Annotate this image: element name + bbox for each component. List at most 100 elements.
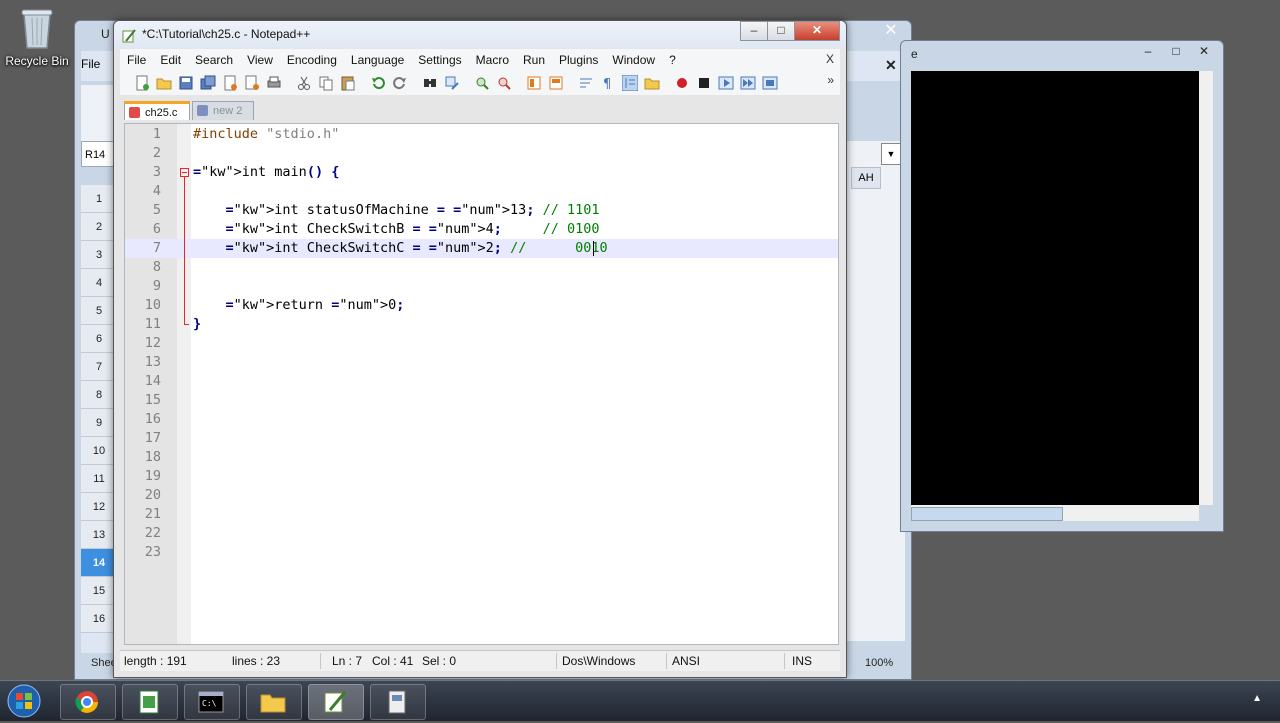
close-document-button[interactable]: X bbox=[826, 52, 834, 66]
taskbar-notepad-plus-plus[interactable] bbox=[308, 684, 364, 720]
code-line[interactable]: 17 bbox=[125, 429, 838, 448]
print-icon[interactable] bbox=[266, 75, 282, 91]
notepad-plus-plus-window[interactable]: *C:\Tutorial\ch25.c - Notepad++ – □ ✕ Fi… bbox=[113, 20, 847, 678]
taskbar-explorer[interactable] bbox=[246, 684, 302, 720]
chevron-down-icon[interactable]: ▼ bbox=[881, 143, 901, 165]
menu-view[interactable]: View bbox=[240, 49, 280, 71]
column-header-ah[interactable]: AH bbox=[851, 167, 881, 189]
spreadsheet-doc-close-button[interactable]: ✕ bbox=[885, 57, 897, 74]
row-header[interactable]: 5 bbox=[81, 297, 117, 325]
code-line[interactable]: 15 bbox=[125, 391, 838, 410]
title-bar[interactable]: *C:\Tutorial\ch25.c - Notepad++ – □ ✕ bbox=[114, 21, 846, 49]
console-output[interactable] bbox=[911, 71, 1199, 505]
run-macro-multiple-icon[interactable] bbox=[740, 75, 756, 91]
save-macro-icon[interactable] bbox=[762, 75, 778, 91]
row-header[interactable]: 1 bbox=[81, 185, 117, 213]
name-box[interactable]: R14 bbox=[81, 141, 117, 167]
code-line[interactable]: 9 bbox=[125, 277, 838, 296]
menu-help[interactable]: ? bbox=[662, 49, 683, 71]
row-header[interactable]: 2 bbox=[81, 213, 117, 241]
taskbar-calculator[interactable] bbox=[370, 684, 426, 720]
console-horizontal-scrollbar[interactable] bbox=[911, 505, 1199, 521]
code-line[interactable]: 8 bbox=[125, 258, 838, 277]
code-line[interactable]: 20 bbox=[125, 486, 838, 505]
start-button[interactable] bbox=[4, 682, 44, 720]
code-editor[interactable]: 1 #include "stdio.h" 2 3 ="kw">int main() {4… bbox=[124, 123, 839, 645]
fold-toggle-icon[interactable] bbox=[180, 168, 189, 177]
console-vertical-scrollbar[interactable] bbox=[1199, 71, 1213, 505]
code-line[interactable]: 6 ="kw">int CheckSwitchB = ="num">4; // … bbox=[125, 220, 838, 239]
sheet-tab-nav[interactable] bbox=[81, 633, 117, 653]
taskbar-spreadsheet[interactable] bbox=[122, 684, 178, 720]
folder-as-workspace-icon[interactable] bbox=[644, 75, 660, 91]
replace-icon[interactable] bbox=[444, 75, 460, 91]
taskbar-chrome[interactable] bbox=[60, 684, 116, 720]
spreadsheet-close-button[interactable]: ✕ bbox=[873, 22, 909, 40]
tab-new-2[interactable]: new 2 bbox=[192, 101, 254, 120]
console-minimize-button[interactable]: – bbox=[1137, 43, 1159, 59]
code-line[interactable]: 7 ="kw">int CheckSwitchC = ="num">2; // … bbox=[125, 239, 838, 258]
undo-icon[interactable] bbox=[370, 75, 386, 91]
code-line[interactable]: 22 bbox=[125, 524, 838, 543]
spreadsheet-file-menu[interactable]: File bbox=[81, 57, 100, 71]
code-line[interactable]: 2 bbox=[125, 144, 838, 163]
console-scroll-thumb[interactable] bbox=[911, 507, 1063, 521]
cut-icon[interactable] bbox=[296, 75, 312, 91]
menu-plugins[interactable]: Plugins bbox=[552, 49, 605, 71]
code-line[interactable]: 16 bbox=[125, 410, 838, 429]
menu-language[interactable]: Language bbox=[344, 49, 411, 71]
copy-icon[interactable] bbox=[318, 75, 334, 91]
word-wrap-icon[interactable] bbox=[578, 75, 594, 91]
sync-horizontal-icon[interactable] bbox=[548, 75, 564, 91]
zoom-in-icon[interactable] bbox=[474, 75, 490, 91]
menu-window[interactable]: Window bbox=[605, 49, 662, 71]
row-header[interactable]: 4 bbox=[81, 269, 117, 297]
code-line[interactable]: 21 bbox=[125, 505, 838, 524]
zoom-out-icon[interactable] bbox=[496, 75, 512, 91]
tab-ch25-c[interactable]: ch25.c bbox=[124, 101, 190, 120]
toolbar-overflow-chevron-icon[interactable]: » bbox=[827, 73, 834, 87]
close-button[interactable]: ✕ bbox=[794, 21, 840, 41]
recycle-bin-desktop-icon[interactable]: Recycle Bin bbox=[4, 6, 70, 68]
new-file-icon[interactable] bbox=[134, 75, 150, 91]
code-line[interactable]: 1 #include "stdio.h" bbox=[125, 125, 838, 144]
row-header[interactable]: 3 bbox=[81, 241, 117, 269]
row-header[interactable]: 13 bbox=[81, 521, 117, 549]
code-line[interactable]: 18 bbox=[125, 448, 838, 467]
code-line[interactable]: 14 bbox=[125, 372, 838, 391]
console-close-button[interactable]: ✕ bbox=[1193, 43, 1215, 59]
row-header[interactable]: 7 bbox=[81, 353, 117, 381]
row-header[interactable]: 11 bbox=[81, 465, 117, 493]
menu-file[interactable]: File bbox=[120, 49, 153, 71]
menu-encoding[interactable]: Encoding bbox=[280, 49, 344, 71]
menu-settings[interactable]: Settings bbox=[411, 49, 468, 71]
code-line[interactable]: 10 ="kw">return ="num">0; bbox=[125, 296, 838, 315]
close-file-icon[interactable] bbox=[222, 75, 238, 91]
row-header[interactable]: 15 bbox=[81, 577, 117, 605]
console-maximize-button[interactable]: □ bbox=[1165, 43, 1187, 59]
code-line[interactable]: 4 bbox=[125, 182, 838, 201]
menu-edit[interactable]: Edit bbox=[153, 49, 188, 71]
row-header[interactable]: 8 bbox=[81, 381, 117, 409]
show-all-characters-icon[interactable]: ¶ bbox=[600, 75, 616, 91]
show-hidden-icons-icon[interactable]: ▲ bbox=[1252, 693, 1262, 704]
redo-icon[interactable] bbox=[392, 75, 408, 91]
save-all-icon[interactable] bbox=[200, 75, 216, 91]
row-header[interactable]: 6 bbox=[81, 325, 117, 353]
sync-vertical-icon[interactable] bbox=[526, 75, 542, 91]
menu-macro[interactable]: Macro bbox=[469, 49, 516, 71]
code-line[interactable]: 11} bbox=[125, 315, 838, 334]
open-file-icon[interactable] bbox=[156, 75, 172, 91]
code-line[interactable]: 23 bbox=[125, 543, 838, 562]
find-icon[interactable] bbox=[422, 75, 438, 91]
code-line[interactable]: 19 bbox=[125, 467, 838, 486]
menu-search[interactable]: Search bbox=[188, 49, 240, 71]
taskbar-console[interactable]: C:\ bbox=[184, 684, 240, 720]
close-all-icon[interactable] bbox=[244, 75, 260, 91]
code-line[interactable]: 5 ="kw">int statusOfMachine = ="num">13;… bbox=[125, 201, 838, 220]
row-header[interactable]: 9 bbox=[81, 409, 117, 437]
maximize-button[interactable]: □ bbox=[767, 21, 795, 41]
code-line[interactable]: 3 ="kw">int main() { bbox=[125, 163, 838, 182]
stop-macro-icon[interactable] bbox=[696, 75, 712, 91]
code-line[interactable]: 12 bbox=[125, 334, 838, 353]
